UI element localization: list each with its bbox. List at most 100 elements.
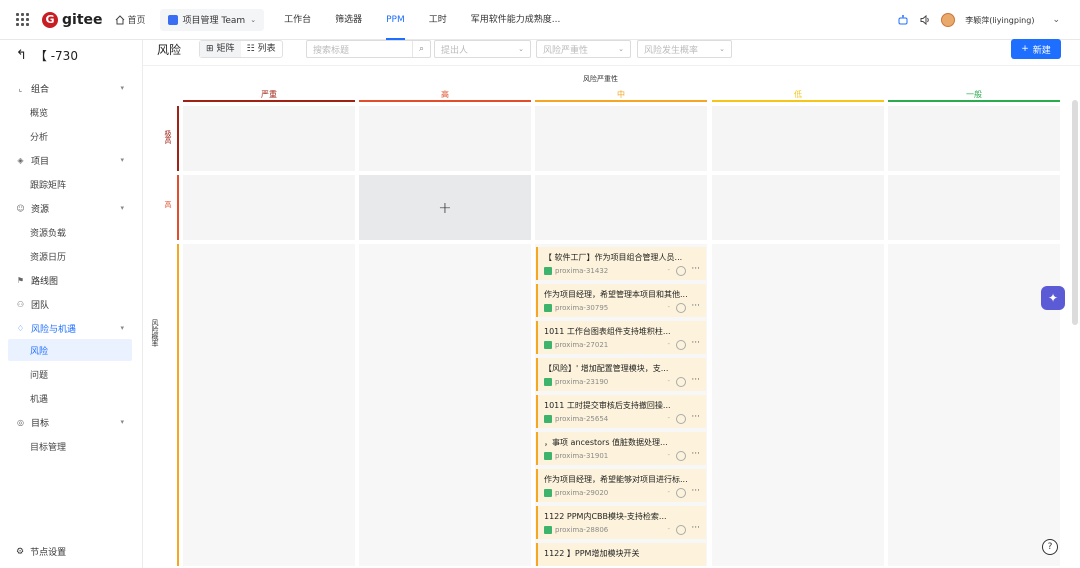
chevron-down-icon: ⌄ [719,45,725,53]
column-line [888,100,1060,102]
filter-proposer[interactable]: 提出人 ⌄ [434,40,531,58]
gitee-logo[interactable]: G gitee [42,11,103,28]
search-icon[interactable]: ⌕ [412,41,430,57]
filter-severity[interactable]: 风险严重性 ⌄ [536,40,631,58]
new-button[interactable]: + 新建 [1011,39,1061,59]
sidebar-item-overview[interactable]: 概览 [8,101,132,123]
node-settings[interactable]: ⚙ 节点设置 [16,545,66,559]
team-switcher[interactable]: 项目管理 Team ⌄ [159,8,265,31]
risk-card[interactable]: 【 软件工厂】作为项目组合管理人员... proxima-31432 - ··· [536,247,706,280]
robot-icon[interactable] [897,14,909,26]
chevron-down-icon[interactable]: ⌄ [1052,15,1060,25]
matrix-cell[interactable] [712,106,884,171]
home-link[interactable]: 首页 [115,13,146,26]
matrix-cell[interactable] [183,106,355,171]
sidebar-item-resource-calendar[interactable]: 资源日历 [8,245,132,267]
row-line [177,244,179,566]
volume-icon[interactable] [919,14,931,26]
more-icon[interactable]: ··· [691,523,700,533]
risk-card[interactable]: ，事项 ancestors 值脏数据处理... proxima-31901 - ·… [536,432,706,465]
column-line [712,100,884,102]
scrollbar[interactable] [1072,100,1078,325]
sidebar-item-resource[interactable]: ☺ 资源 ▾ [8,197,132,219]
more-icon[interactable]: ··· [691,412,700,422]
sidebar-item-opportunity[interactable]: 机遇 [8,387,132,409]
project-header[interactable]: ↰ 【 -730 [0,42,78,68]
risk-card[interactable]: 作为项目经理，希望能够对项目进行标... proxima-29020 - ··· [536,469,706,502]
risk-card-title: 作为项目经理，希望能够对项目进行标... [544,475,688,484]
risk-card[interactable]: 1011 工时提交审核后支持撤回操... proxima-25654 - ··· [536,395,706,428]
sidebar-item-portfolio[interactable]: ⌞ 组合 ▾ [8,77,132,99]
team-icon: ⚇ [16,299,25,309]
more-icon[interactable]: ··· [691,264,700,274]
requirement-tag-icon [544,415,552,423]
view-list-button[interactable]: ☷ 列表 [241,41,282,57]
sidebar-item-project[interactable]: ◈ 项目 ▾ [8,149,132,171]
more-icon[interactable]: ··· [691,375,700,385]
chevron-down-icon: ⌄ [250,15,257,24]
risk-card[interactable]: 1122 PPM内CBB模块-支持检索... proxima-28806 - ··… [536,506,706,539]
sidebar-item-goal-management[interactable]: 目标管理 [8,435,132,457]
plus-icon[interactable]: + [438,198,451,217]
main-content: 风险 ⊞ 矩阵 ☷ 列表 搜索标题 ⌕ 提出人 ⌄ 风险严重性 ⌄ 风险发生概率 ⌄ + 新… [143,39,1080,568]
risk-card[interactable]: 作为项目经理，希望管理本项目和其他... proxima-30795 - ··· [536,284,706,317]
matrix-cell[interactable] [888,175,1060,240]
matrix-cell[interactable] [359,106,531,171]
assignee-icon[interactable] [676,451,686,461]
more-icon[interactable]: ··· [691,338,700,348]
row-label-probability: 风险概率 [151,319,159,347]
nav-item-filter[interactable]: 筛选器 [335,0,362,40]
assignee-icon[interactable] [676,414,686,424]
risk-card[interactable]: 【风险】' 增加配置管理模块，支... proxima-23190 - ··· [536,358,706,391]
matrix-cell[interactable] [183,244,355,566]
sidebar-item-roadmap[interactable]: ⚑ 路线图 [8,269,132,291]
matrix-cell[interactable] [888,106,1060,171]
search-input[interactable]: 搜索标题 ⌕ [306,40,431,58]
sidebar-item-issue[interactable]: 问题 [8,363,132,385]
top-nav: 工作台 筛选器 PPM 工时 军用软件能力成熟度... [284,0,584,40]
avatar[interactable] [941,13,956,27]
chevron-down-icon: ⌄ [518,45,524,53]
sidebar-item-analysis[interactable]: 分析 [8,125,132,147]
nav-item-workbench[interactable]: 工作台 [284,0,311,40]
risk-card[interactable]: 1011 工作台图表组件支持堆积柱... proxima-27021 - ··· [536,321,706,354]
matrix-cell[interactable] [359,244,531,566]
help-icon[interactable]: ? [1042,539,1058,555]
more-icon[interactable]: ··· [691,301,700,311]
sidebar-item-goal[interactable]: ◎ 目标 ▾ [8,411,132,433]
sidebar-item-team[interactable]: ⚇ 团队 [8,293,132,315]
user-name[interactable]: 李颖萍(liyingping) [965,15,1034,26]
chevron-down-icon: ▾ [120,84,124,92]
matrix-cell[interactable] [712,175,884,240]
assignee-icon[interactable] [676,525,686,535]
team-icon [167,14,178,25]
assignee-icon[interactable] [676,340,686,350]
back-arrow-icon[interactable]: ↰ [16,48,27,63]
risk-card-id: proxima-27021 [555,341,609,349]
matrix-cell[interactable] [535,175,707,240]
matrix-cell[interactable] [712,244,884,566]
nav-item-cmm[interactable]: 军用软件能力成熟度... [471,0,561,40]
nav-item-ppm[interactable]: PPM [386,0,405,40]
more-icon[interactable]: ··· [691,486,700,496]
view-matrix-button[interactable]: ⊞ 矩阵 [200,41,241,57]
assignee-icon[interactable] [676,377,686,387]
sidebar-item-tracking-matrix[interactable]: 跟踪矩阵 [8,173,132,195]
matrix-cell[interactable] [183,175,355,240]
matrix-cell[interactable] [535,106,707,171]
assignee-icon[interactable] [676,488,686,498]
sidebar-item-risk[interactable]: 风险 [8,339,132,361]
assignee-icon[interactable] [676,303,686,313]
sidebar-item-resource-load[interactable]: 资源负载 [8,221,132,243]
matrix-cell[interactable] [888,244,1060,566]
sidebar-item-risk-opportunity[interactable]: ♢ 风险与机遇 ▾ [8,317,132,339]
matrix-cell-add[interactable]: + [359,175,531,240]
assistant-icon[interactable]: ✦ [1041,286,1065,310]
nav-item-timesheet[interactable]: 工时 [429,0,447,40]
risk-card-id: proxima-30795 [555,304,609,312]
risk-card[interactable]: 1122 】PPM增加模块开关 [536,543,706,566]
apps-grid-icon[interactable] [16,12,30,27]
filter-probability[interactable]: 风险发生概率 ⌄ [637,40,732,58]
assignee-icon[interactable] [676,266,686,276]
more-icon[interactable]: ··· [691,449,700,459]
